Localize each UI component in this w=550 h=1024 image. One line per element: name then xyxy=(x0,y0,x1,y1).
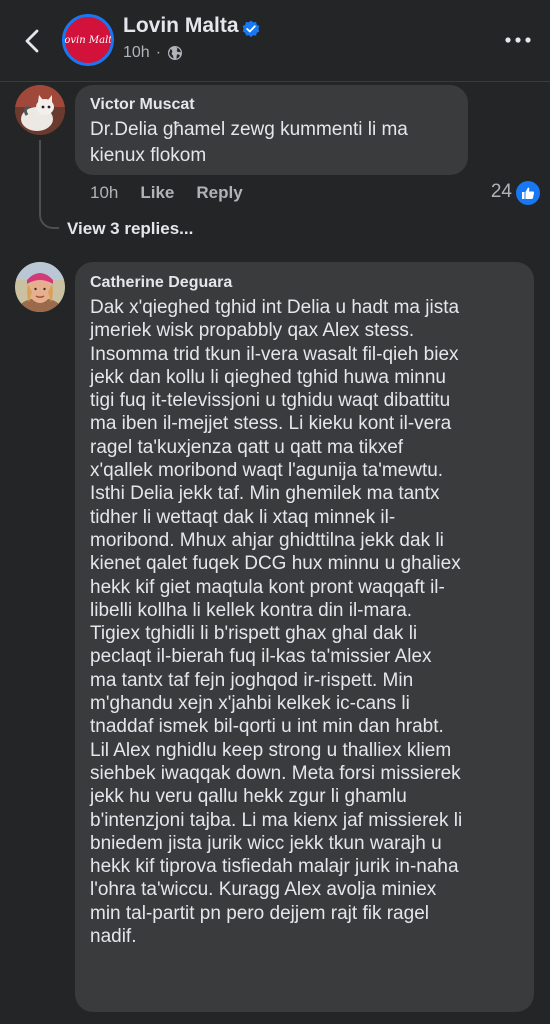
comment-line: min tal-partit pn pero dejjem rajt fik r… xyxy=(90,902,429,924)
page-name[interactable]: Lovin Malta xyxy=(123,14,239,38)
comment-line: tidher li wettaqt dak li xtaq minnek il- xyxy=(90,506,396,528)
comment-line: jekk hu veru qallu hekk zgur li ghamlu xyxy=(90,786,407,808)
comment-line: ma tantx taf fejn joghqod ir-rispett. Mi… xyxy=(90,669,414,691)
comment-line: bniedem jista jurik wicc jekk tkun waraj… xyxy=(90,832,442,854)
verified-badge-icon xyxy=(242,20,260,38)
thread-connector xyxy=(39,196,59,229)
page-avatar[interactable]: Lovin Malta xyxy=(62,14,114,66)
page-logo-text: Lovin Malta xyxy=(64,34,113,46)
comment-line: l'ohra ta'wiccu. Kuragg Alex avolja mini… xyxy=(90,879,437,901)
view-replies-link[interactable]: View 3 replies... xyxy=(67,219,193,239)
avatar[interactable] xyxy=(15,262,65,312)
reply-button[interactable]: Reply xyxy=(196,183,242,203)
more-options-icon[interactable] xyxy=(504,30,532,50)
comment-line: ragel ta'kuxjenza qatt u qatt ma tikxef xyxy=(90,436,404,458)
like-reaction-badge[interactable] xyxy=(516,181,540,205)
comment-bubble[interactable]: Catherine Deguara Dak x'qieghed tghid in… xyxy=(75,262,534,1012)
comment-line: peclaqt il-bierah fuq il-kas ta'missier … xyxy=(90,646,432,668)
comment-line: nadif. xyxy=(90,926,137,948)
post-meta: 10h · xyxy=(123,44,183,62)
person-photo-icon xyxy=(15,262,65,312)
comment-line: tnaddaf ismek bil-qorti u int min dan hr… xyxy=(90,716,444,738)
comment-actions: 10h Like Reply xyxy=(90,183,243,203)
globe-icon xyxy=(168,46,183,60)
post-header: Lovin Malta Lovin Malta 10h · xyxy=(0,0,550,82)
comment-line: m'ghandu xejn x'jahbi kelkek ic-cans li xyxy=(90,693,410,715)
comment-line: siehbek iwaqqak down. Meta forsi missier… xyxy=(90,762,461,784)
comment-bubble[interactable]: Victor Muscat Dr.Delia għamel zewg kumme… xyxy=(75,85,468,175)
comment-text: Dr.Delia għamel zewg kummenti li ma kien… xyxy=(90,119,408,166)
comment-line: Tigiex tghidli li b'rispett ghax ghal da… xyxy=(90,623,418,645)
comment-line: b'intenzjoni tajba. Li ma kienx jaf miss… xyxy=(90,809,463,831)
comment-author[interactable]: Catherine Deguara xyxy=(90,274,519,292)
avatar[interactable] xyxy=(15,85,65,135)
comment-text: Dak x'qieghed tghid int Delia u hadt ma … xyxy=(90,296,519,948)
comment-author[interactable]: Victor Muscat xyxy=(90,96,453,114)
comment-line: Insomma trid tkun il-vera wasalt fil-qie… xyxy=(90,343,459,365)
like-thumb-icon xyxy=(522,187,535,199)
comment-line: kienet qalet fuqek DCG hux minnu u ghali… xyxy=(90,553,461,575)
comment-line: Lil Alex nghidlu keep strong u thalliex … xyxy=(90,739,452,761)
comment-line: moribond. Mhux ahjar ghidttilna jekk dak… xyxy=(90,529,444,551)
comment-line: hekk kif giet maqtula kont pront waqqaft… xyxy=(90,576,445,598)
comment-line: Isthi Delia jekk taf. Min ghemilek ma ta… xyxy=(90,483,440,505)
comment-line: hekk kif tiprova tisfiedah malajr jurik … xyxy=(90,856,459,878)
comment-line: Dak x'qieghed tghid int Delia u hadt ma … xyxy=(90,297,460,318)
comment-line: tigi fuq it-televissjoni u tghidu waqt d… xyxy=(90,390,451,412)
reaction-count[interactable]: 24 xyxy=(491,181,512,203)
comment-line: libelli kollha li kellek kontra din il-m… xyxy=(90,599,413,621)
comment-line: jmeriek wisk propabbly qax Alex stess. xyxy=(90,320,415,342)
cat-photo-icon xyxy=(15,85,65,135)
comment-line: x'qallek moribond waqt l'agunija ta'mewt… xyxy=(90,460,444,482)
back-arrow-icon[interactable] xyxy=(18,26,48,56)
like-button[interactable]: Like xyxy=(140,183,174,203)
comment-line: ma iben il-mejjet stess. Li kieku kont i… xyxy=(90,413,452,435)
post-time[interactable]: 10h xyxy=(123,44,150,62)
comment-line: jekk dan kollu li qieghed tghid huwa min… xyxy=(90,366,446,388)
comment-time[interactable]: 10h xyxy=(90,183,118,203)
meta-separator: · xyxy=(155,44,162,61)
